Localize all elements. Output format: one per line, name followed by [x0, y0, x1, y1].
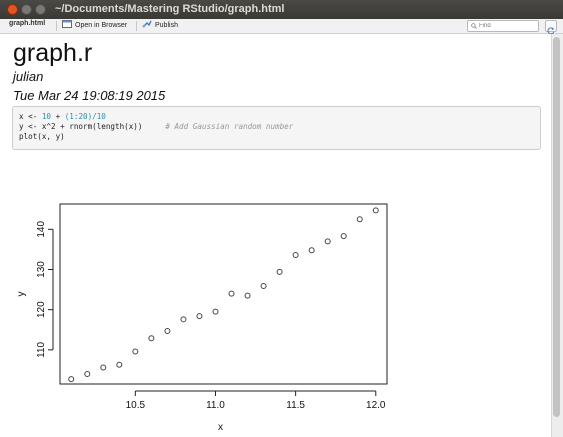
- data-point: [68, 376, 75, 383]
- document-date: Tue Mar 24 19:08:19 2015: [13, 88, 166, 103]
- window-minimize-button[interactable]: [21, 4, 32, 15]
- open-in-browser-label: Open in Browser: [75, 22, 128, 29]
- code-line: plot(x, y): [19, 132, 534, 142]
- find-field[interactable]: [467, 20, 539, 32]
- y-tick-label: 130: [36, 261, 47, 278]
- data-point: [196, 313, 203, 320]
- document-title: graph.r: [13, 39, 93, 67]
- data-point: [260, 282, 267, 289]
- search-icon: [471, 23, 477, 29]
- x-tick-label: 11.5: [286, 400, 305, 411]
- publish-label: Publish: [155, 22, 178, 29]
- data-point: [132, 348, 139, 355]
- code-number: (1:20)/10: [64, 112, 106, 121]
- data-point: [100, 364, 107, 371]
- data-point: [340, 233, 347, 240]
- data-point: [228, 290, 235, 297]
- scrollbar-thumb[interactable]: [553, 37, 560, 417]
- window-close-button[interactable]: [7, 4, 18, 15]
- data-point: [164, 327, 171, 334]
- html-preview-pane: graph.r julian Tue Mar 24 19:08:19 2015 …: [0, 34, 551, 437]
- data-point: [356, 216, 363, 223]
- x-tick-label: 12.0: [366, 400, 386, 411]
- data-point: [180, 316, 187, 323]
- data-point: [212, 308, 219, 315]
- code-text: +: [51, 112, 65, 121]
- code-line: x <- 10 + (1:20)/10: [19, 112, 534, 122]
- refresh-button[interactable]: [545, 20, 557, 35]
- code-number: 10: [41, 112, 52, 121]
- document-author: julian: [13, 69, 44, 84]
- x-tick-label: 11.0: [206, 400, 225, 411]
- plot-frame: [59, 203, 388, 385]
- code-comment: # Add Gaussian random number: [165, 122, 294, 131]
- browser-window-icon: [62, 20, 72, 28]
- window-maximize-button[interactable]: [35, 4, 46, 15]
- data-point: [84, 370, 91, 377]
- data-point: [308, 247, 315, 254]
- code-text: y <- x^2 + rnorm(length(x)): [19, 122, 143, 131]
- toolbar-divider: [136, 21, 137, 31]
- data-point: [276, 268, 283, 275]
- find-input[interactable]: [479, 21, 534, 31]
- viewer-toolbar: graph.html Open in Browser Publish: [0, 19, 563, 35]
- y-tick-label: 140: [36, 221, 47, 238]
- app-window: ~/Documents/Mastering RStudio/graph.html…: [0, 0, 563, 437]
- data-point: [292, 252, 299, 259]
- y-axis-title: y: [16, 292, 27, 297]
- file-name-label: graph.html: [9, 20, 46, 27]
- scatter-plot: 10.5 11.0 11.5 12.0 110 120 130 140 x y: [16, 203, 388, 433]
- data-point: [116, 361, 123, 368]
- x-axis-title: x: [218, 422, 223, 433]
- title-bar: ~/Documents/Mastering RStudio/graph.html: [0, 0, 563, 19]
- window-title: ~/Documents/Mastering RStudio/graph.html: [55, 3, 285, 15]
- code-chunk: x <- 10 + (1:20)/10 y <- x^2 + rnorm(len…: [12, 106, 541, 150]
- toolbar-divider: [56, 21, 57, 31]
- code-text: x <-: [19, 112, 42, 121]
- code-text: plot(x, y): [19, 132, 65, 141]
- data-point: [148, 335, 155, 342]
- publish-button[interactable]: Publish: [142, 20, 178, 29]
- publish-icon: [142, 20, 152, 28]
- x-tick-label: 10.5: [126, 400, 146, 411]
- data-point: [324, 238, 331, 245]
- open-in-browser-button[interactable]: Open in Browser: [62, 20, 127, 29]
- y-tick-label: 110: [36, 341, 47, 357]
- code-line: y <- x^2 + rnorm(length(x)) # Add Gaussi…: [19, 122, 534, 132]
- y-tick-label: 120: [36, 301, 47, 318]
- data-point: [372, 207, 379, 214]
- data-point: [244, 292, 251, 299]
